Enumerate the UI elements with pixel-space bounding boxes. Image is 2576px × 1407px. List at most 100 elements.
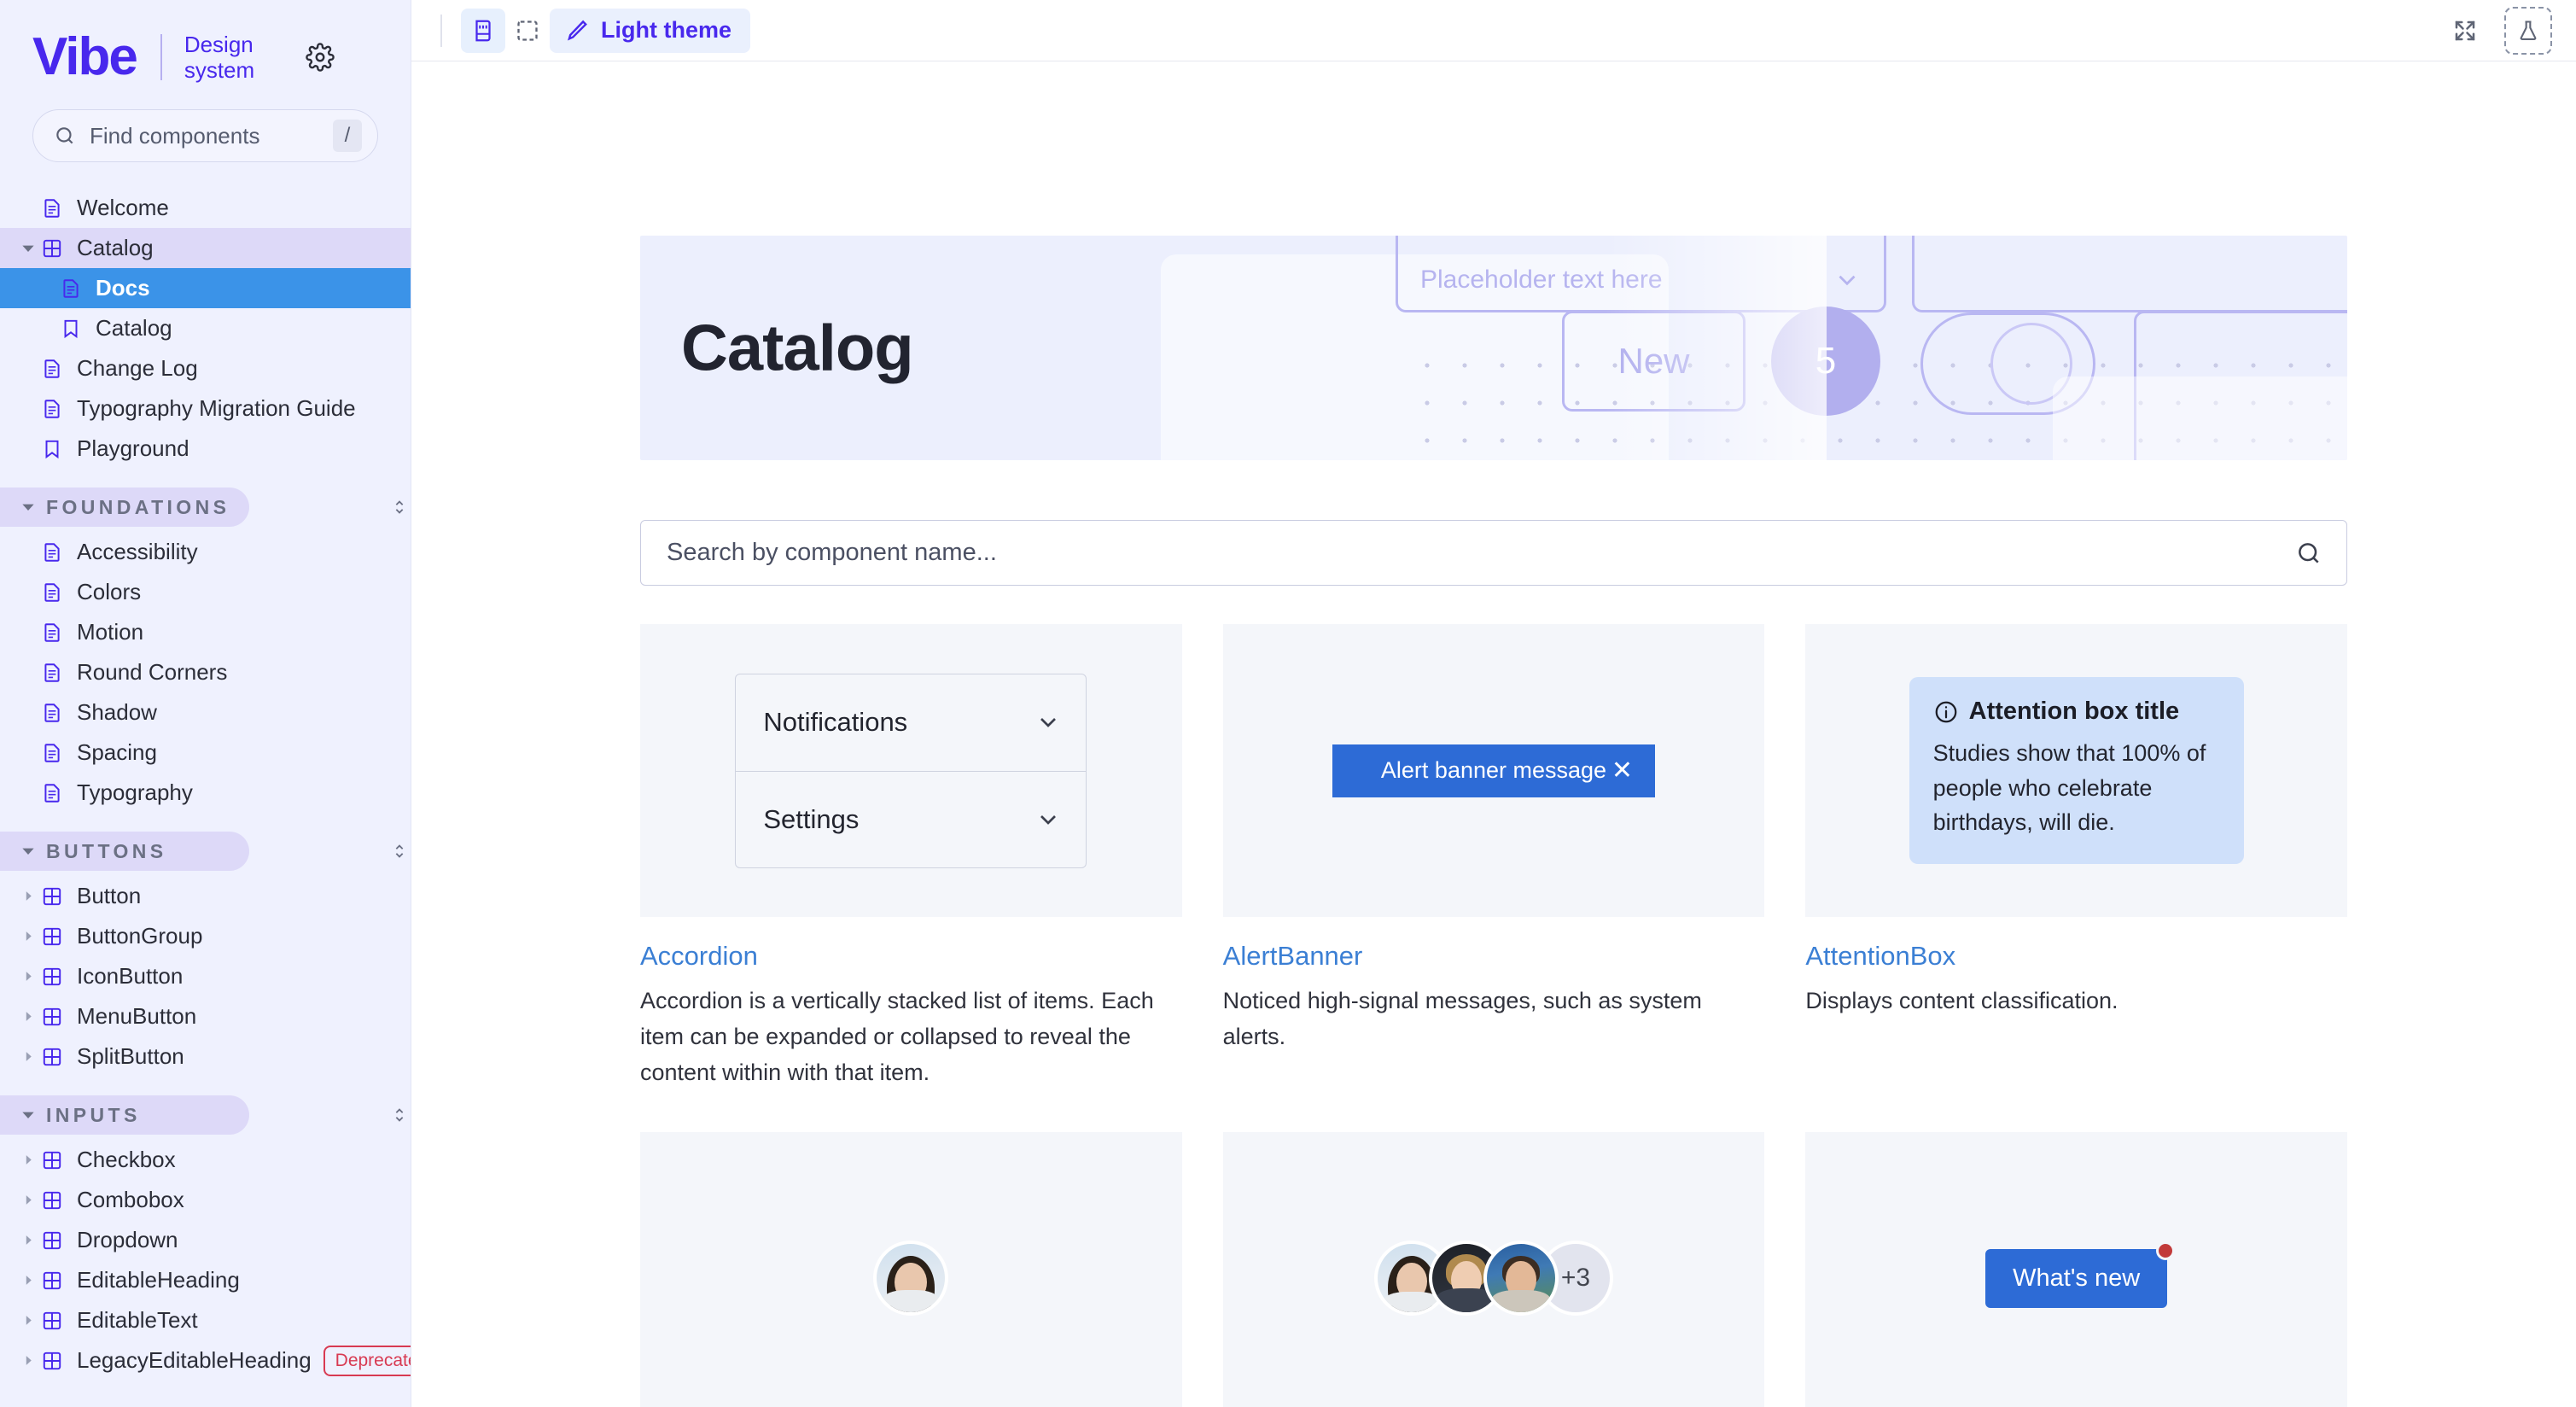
sidebar-item-editableheading[interactable]: EditableHeading [0, 1260, 411, 1300]
document-icon [38, 541, 67, 563]
chevron-right-icon[interactable] [19, 1011, 38, 1022]
chevron-down-icon[interactable] [19, 242, 38, 255]
chevron-down-icon[interactable] [19, 844, 38, 858]
sidebar-section-buttons[interactable]: BUTTONS [0, 832, 404, 871]
sidebar-item-colors[interactable]: Colors [0, 572, 411, 612]
sidebar-item-label: Welcome [77, 195, 169, 220]
sidebar-item-combobox[interactable]: Combobox [0, 1180, 411, 1220]
decor-panel-1 [1161, 254, 1669, 460]
chevron-right-icon[interactable] [19, 1194, 38, 1206]
status-badge: Deprecated [323, 1345, 411, 1376]
search-icon[interactable] [2295, 540, 2322, 567]
canvas-frame-icon[interactable] [505, 9, 550, 53]
grid-icon [38, 1006, 67, 1028]
sort-icon[interactable] [388, 1103, 411, 1127]
decor-fade [1605, 236, 1827, 460]
component-card[interactable]: Notifications Settings Accordion Accordi… [640, 624, 1182, 1091]
component-search-input[interactable]: Search by component name... [640, 520, 2347, 586]
expand-icon[interactable] [2445, 10, 2486, 51]
gear-icon[interactable] [300, 38, 340, 77]
component-name[interactable]: Accordion [640, 941, 1182, 972]
sidebar-item-legacyeditableheading[interactable]: LegacyEditableHeading Deprecated [0, 1340, 411, 1381]
chevron-right-icon[interactable] [19, 1315, 38, 1326]
component-search-placeholder: Search by component name... [667, 539, 997, 566]
page-canvas[interactable]: Placeholder text here New 5 Catalog Sear… [411, 61, 2576, 1407]
sidebar-section-inputs[interactable]: INPUTS [0, 1095, 404, 1135]
sidebar-item-catalog[interactable]: Catalog [0, 228, 411, 268]
sidebar-item-button[interactable]: Button [0, 876, 411, 916]
grid-icon [38, 966, 67, 988]
grid-icon [38, 885, 67, 908]
sidebar-item-iconbutton[interactable]: IconButton [0, 956, 411, 996]
sidebar-item-label: Typography Migration Guide [77, 395, 356, 421]
component-name[interactable]: AlertBanner [1223, 941, 1765, 972]
docs-page-icon[interactable] [461, 8, 505, 53]
sidebar-item-spacing[interactable]: Spacing [0, 733, 411, 773]
accordion-demo[interactable]: Notifications Settings [735, 673, 1087, 868]
chevron-down-icon[interactable] [19, 1108, 38, 1122]
decor-toggle-knob [1990, 323, 2072, 405]
chevron-right-icon[interactable] [19, 1355, 38, 1366]
sidebar-item-buttongroup[interactable]: ButtonGroup [0, 916, 411, 956]
component-card[interactable]: Attention box title Studies show that 10… [1805, 624, 2347, 1091]
sidebar-item-checkbox[interactable]: Checkbox [0, 1140, 411, 1180]
theme-toggle-button[interactable]: Light theme [550, 8, 750, 53]
sort-icon[interactable] [388, 839, 411, 863]
chevron-down-icon[interactable] [19, 500, 38, 514]
decor-counter: 5 [1771, 307, 1880, 416]
chevron-right-icon[interactable] [19, 1154, 38, 1165]
sort-icon[interactable] [388, 495, 411, 519]
search-input[interactable]: Find components / [32, 109, 378, 162]
sidebar-item-accessibility[interactable]: Accessibility [0, 532, 411, 572]
grid-icon [38, 1310, 67, 1332]
sidebar-item-welcome[interactable]: Welcome [0, 188, 411, 228]
component-card[interactable]: Avatar [640, 1131, 1182, 1407]
toolbar-divider [440, 14, 442, 47]
component-card[interactable]: What's new Badge [1805, 1131, 2347, 1407]
sidebar-item-shadow[interactable]: Shadow [0, 692, 411, 733]
sidebar-item-round-corners[interactable]: Round Corners [0, 652, 411, 692]
page-title: Catalog [681, 312, 914, 384]
beaker-icon[interactable] [2504, 6, 2552, 55]
brand-header: Vibe Design system [0, 0, 411, 84]
chevron-right-icon[interactable] [19, 890, 38, 902]
sidebar-item-splitbutton[interactable]: SplitButton [0, 1036, 411, 1077]
sidebar-item-docs[interactable]: Docs [0, 268, 411, 308]
chevron-down-icon[interactable] [1034, 709, 1062, 736]
sidebar-item-motion[interactable]: Motion [0, 612, 411, 652]
close-icon[interactable]: ✕ [1611, 757, 1633, 784]
sidebar-item-editabletext[interactable]: EditableText [0, 1300, 411, 1340]
avatar [1483, 1241, 1559, 1317]
component-preview: Notifications Settings [640, 624, 1182, 917]
whats-new-button[interactable]: What's new [1985, 1248, 2168, 1308]
toolbar: Light theme [411, 0, 2576, 61]
chevron-right-icon[interactable] [19, 931, 38, 942]
sidebar-item-label: IconButton [77, 963, 184, 989]
component-card[interactable]: Alert banner message ✕ AlertBanner Notic… [1222, 624, 1765, 1091]
chevron-right-icon[interactable] [19, 1235, 38, 1246]
component-name[interactable]: AttentionBox [1805, 941, 2347, 972]
sidebar-section-foundations[interactable]: FOUNDATIONS [0, 487, 404, 527]
sidebar-item-dropdown[interactable]: Dropdown [0, 1220, 411, 1260]
accordion-item[interactable]: Notifications [736, 674, 1086, 771]
search-placeholder: Find components [90, 122, 260, 149]
sidebar-item-playground[interactable]: Playground [0, 429, 411, 469]
vibe-logo[interactable]: Vibe [32, 31, 138, 84]
sidebar-item-typography-migration-guide[interactable]: Typography Migration Guide [0, 388, 411, 429]
sidebar-item-label: ButtonGroup [77, 923, 203, 949]
main-area: Light theme Placeholder text here New 5 … [411, 0, 2576, 1407]
chevron-right-icon[interactable] [19, 971, 38, 982]
chevron-right-icon[interactable] [19, 1051, 38, 1062]
sidebar-item-typography[interactable]: Typography [0, 773, 411, 813]
sidebar-search-wrap: Find components / [0, 84, 411, 162]
decor-dot-grid [1408, 347, 2347, 460]
document-icon [56, 277, 85, 300]
sidebar-item-catalog-child[interactable]: Catalog [0, 308, 411, 348]
component-card[interactable]: +3 AvatarGroup [1222, 1131, 1765, 1407]
sidebar-item-change-log[interactable]: Change Log [0, 348, 411, 388]
accordion-item[interactable]: Settings [736, 770, 1087, 867]
chevron-right-icon[interactable] [19, 1275, 38, 1286]
chevron-down-icon[interactable] [1034, 806, 1062, 833]
component-preview: Attention box title Studies show that 10… [1805, 624, 2347, 917]
sidebar-item-menubutton[interactable]: MenuButton [0, 996, 411, 1036]
